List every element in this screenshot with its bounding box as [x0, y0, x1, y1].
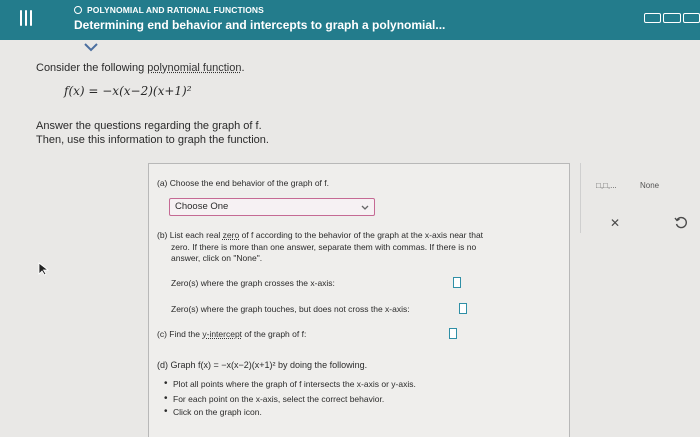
- polynomial-function-link[interactable]: polynomial function: [147, 62, 241, 74]
- x-icon[interactable]: ✕: [610, 216, 620, 230]
- part-c-label: (c) Find the y-intercept of the graph of…: [157, 329, 306, 339]
- question-intro: Consider the following polynomial functi…: [36, 62, 245, 74]
- y-intercept-link[interactable]: y-intercept: [202, 329, 242, 339]
- tool-divider: [580, 163, 581, 233]
- part-b-suffix: of f according to the behavior of the gr…: [239, 230, 484, 240]
- part-b-line-2: zero. If there is more than one answer, …: [171, 242, 477, 252]
- topic-text: POLYNOMIAL AND RATIONAL FUNCTIONS: [87, 5, 264, 15]
- intro-prefix: Consider the following: [36, 62, 148, 74]
- bullet-item: Plot all points where the graph of f int…: [164, 378, 416, 389]
- dropdown-value: Choose One: [175, 201, 229, 212]
- page-title: Determining end behavior and intercepts …: [74, 18, 446, 32]
- topic-circle-icon: [74, 6, 82, 14]
- header-bar: POLYNOMIAL AND RATIONAL FUNCTIONS Determ…: [0, 0, 700, 40]
- instruction-line-1: Answer the questions regarding the graph…: [36, 120, 262, 132]
- y-intercept-input[interactable]: [449, 328, 457, 339]
- part-c-prefix: (c) Find the: [157, 329, 203, 339]
- zero-link[interactable]: zero: [223, 230, 240, 240]
- part-d-label: (d) Graph f(x) = −x(x−2)(x+1)² by doing …: [157, 360, 368, 370]
- end-behavior-dropdown[interactable]: Choose One: [169, 198, 375, 216]
- zeros-cross-label: Zero(s) where the graph crosses the x-ax…: [171, 278, 335, 288]
- instruction-line-2: Then, use this information to graph the …: [36, 134, 269, 146]
- topic-label: POLYNOMIAL AND RATIONAL FUNCTIONS: [74, 5, 264, 15]
- bullet-item: For each point on the x-axis, select the…: [164, 393, 384, 404]
- function-formula: f(x) = −x(x−2)(x+1)²: [64, 84, 192, 98]
- part-a-label: (a) Choose the end behavior of the graph…: [157, 178, 330, 188]
- list-format-button[interactable]: □,□,...: [596, 181, 617, 190]
- mouse-cursor-icon: [38, 262, 50, 281]
- part-b-line-3: answer, click on "None".: [171, 253, 263, 263]
- progress-indicator: [644, 13, 700, 27]
- zeros-touch-input[interactable]: [459, 303, 467, 314]
- undo-icon[interactable]: [674, 216, 688, 235]
- bullet-item: Click on the graph icon.: [164, 406, 262, 417]
- zeros-cross-input[interactable]: [453, 277, 461, 288]
- none-button[interactable]: None: [640, 181, 659, 190]
- intro-suffix: .: [241, 62, 245, 74]
- answer-panel: (a) Choose the end behavior of the graph…: [148, 163, 570, 437]
- part-b-line-1: (b) List each real zero of f according t…: [157, 230, 483, 240]
- menu-icon[interactable]: [20, 10, 32, 26]
- zeros-touch-label: Zero(s) where the graph touches, but doe…: [171, 304, 410, 314]
- chevron-down-icon[interactable]: [80, 40, 102, 54]
- part-c-suffix: of the graph of f:: [242, 329, 307, 339]
- part-b-prefix: (b) List each real: [157, 230, 223, 240]
- dropdown-caret-icon: [361, 203, 369, 214]
